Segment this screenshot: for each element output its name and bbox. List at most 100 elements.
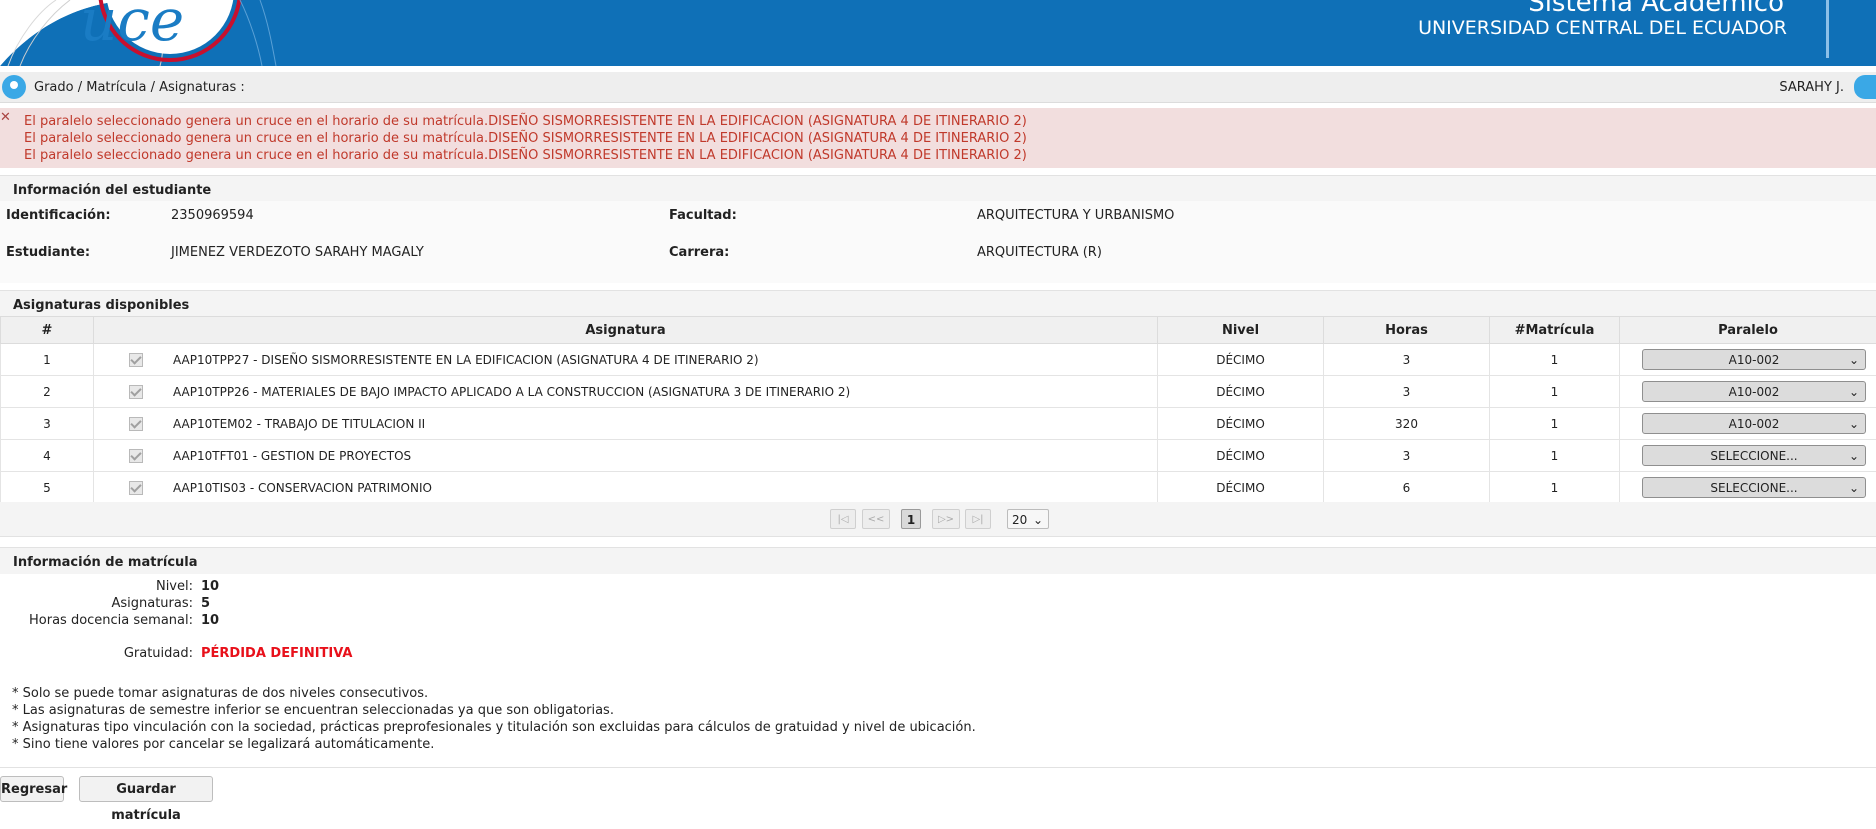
weekly-hours-label: Horas docencia semanal: xyxy=(0,613,193,628)
column-header-number[interactable]: # xyxy=(1,317,94,344)
svg-text:uce: uce xyxy=(80,0,184,54)
subject-checkbox[interactable] xyxy=(129,353,143,367)
parallel-cell: A10-002⌄ xyxy=(1620,376,1876,408)
section-title: Información del estudiante xyxy=(13,183,211,198)
hours-cell: 3 xyxy=(1324,344,1490,376)
page-size-value: 20 xyxy=(1012,513,1027,527)
subject-checkbox[interactable] xyxy=(129,417,143,431)
current-page-button[interactable]: 1 xyxy=(901,509,921,529)
chevron-down-icon: ⌄ xyxy=(1849,414,1859,435)
first-page-button[interactable]: |◁ xyxy=(830,509,856,529)
header-divider xyxy=(1826,0,1829,58)
chevron-down-icon: ⌄ xyxy=(1849,446,1859,467)
parallel-cell: A10-002⌄ xyxy=(1620,344,1876,376)
parallel-value: SELECCIONE... xyxy=(1710,449,1797,463)
note-item: * Sino tiene valores por cancelar se leg… xyxy=(12,737,434,752)
subject-checkbox[interactable] xyxy=(129,449,143,463)
user-name[interactable]: SARAHY J. xyxy=(1779,80,1844,95)
parallel-select[interactable]: SELECCIONE... ⌄ xyxy=(1642,445,1866,466)
table-header-row: # Asignatura Nivel Horas #Matrícula Para… xyxy=(1,317,1876,344)
parallel-select[interactable]: A10-002⌄ xyxy=(1642,381,1866,402)
enrollment-cell: 1 xyxy=(1490,344,1620,376)
enrollment-cell: 1 xyxy=(1490,472,1620,504)
enrollment-cell: 1 xyxy=(1490,376,1620,408)
parallel-cell: A10-002 ⌄ xyxy=(1620,408,1876,440)
row-number: 3 xyxy=(1,408,94,440)
parallel-cell: SELECCIONE... ⌄ xyxy=(1620,440,1876,472)
location-pin-icon xyxy=(2,75,26,99)
subject-checkbox[interactable] xyxy=(129,385,143,399)
column-header-hours[interactable]: Horas xyxy=(1324,317,1490,344)
gratuity-label: Gratuidad: xyxy=(0,646,193,661)
divider xyxy=(0,767,1876,768)
table-row: 1 AAP10TPP27 - DISEÑO SISMORRESISTENTE E… xyxy=(1,344,1876,376)
row-number: 1 xyxy=(1,344,94,376)
column-header-enrollment[interactable]: #Matrícula xyxy=(1490,317,1620,344)
subject-cell: AAP10TPP27 - DISEÑO SISMORRESISTENTE EN … xyxy=(94,344,1158,376)
level-label: Nivel: xyxy=(0,579,193,594)
weekly-hours-value: 10 xyxy=(201,613,219,628)
parallel-value: SELECCIONE... xyxy=(1710,481,1797,495)
table-row: 5 AAP10TIS03 - CONSERVACION PATRIMONIO D… xyxy=(1,472,1876,504)
career-label: Carrera: xyxy=(669,245,729,260)
save-enrollment-button[interactable]: Guardar matrícula xyxy=(79,776,213,802)
enrollment-cell: 1 xyxy=(1490,440,1620,472)
student-info-header: Información del estudiante xyxy=(0,175,1876,202)
career-value: ARQUITECTURA (R) xyxy=(977,245,1102,260)
row-number: 4 xyxy=(1,440,94,472)
level-value: 10 xyxy=(201,579,219,594)
enrollment-cell: 1 xyxy=(1490,408,1620,440)
student-info-panel xyxy=(0,201,1876,283)
id-label: Identificación: xyxy=(6,208,111,223)
subjects-header: Asignaturas disponibles xyxy=(0,290,1876,317)
parallel-select[interactable]: SELECCIONE... ⌄ xyxy=(1642,477,1866,498)
level-cell: DÉCIMO xyxy=(1158,472,1324,504)
last-page-button[interactable]: ▷| xyxy=(965,509,991,529)
parallel-value: A10-002 xyxy=(1729,353,1780,367)
pagination: |◁ << 1 ▷> ▷| 20 ⌄ xyxy=(0,502,1876,537)
column-header-level[interactable]: Nivel xyxy=(1158,317,1324,344)
next-page-button[interactable]: ▷> xyxy=(932,509,960,529)
prev-page-button[interactable]: << xyxy=(862,509,890,529)
page-size-select[interactable]: 20 ⌄ xyxy=(1007,509,1049,529)
column-header-subject[interactable]: Asignatura xyxy=(94,317,1158,344)
table-row: 4 AAP10TFT01 - GESTION DE PROYECTOS DÉCI… xyxy=(1,440,1876,472)
chevron-down-icon: ⌄ xyxy=(1033,510,1043,530)
app-header: uce Sistema Académico UNIVERSIDAD CENTRA… xyxy=(0,0,1876,66)
parallel-select[interactable]: A10-002 ⌄ xyxy=(1642,413,1866,434)
parallel-cell: SELECCIONE... ⌄ xyxy=(1620,472,1876,504)
subject-cell: AAP10TPP26 - MATERIALES DE BAJO IMPACTO … xyxy=(94,376,1158,408)
row-number: 2 xyxy=(1,376,94,408)
parallel-value: A10-002 xyxy=(1729,385,1780,399)
subject-name: AAP10TPP27 - DISEÑO SISMORRESISTENTE EN … xyxy=(173,353,759,367)
hours-cell: 6 xyxy=(1324,472,1490,504)
close-alert-icon[interactable]: ✕ xyxy=(0,112,10,124)
parallel-value: A10-002 xyxy=(1729,417,1780,431)
subject-name: AAP10TIS03 - CONSERVACION PATRIMONIO xyxy=(173,481,432,495)
chevron-down-icon: ⌄ xyxy=(1849,478,1859,499)
university-name: UNIVERSIDAD CENTRAL DEL ECUADOR xyxy=(1418,17,1787,39)
column-header-parallel[interactable]: Paralelo xyxy=(1620,317,1876,344)
note-item: * Asignaturas tipo vinculación con la so… xyxy=(12,720,976,735)
level-cell: DÉCIMO xyxy=(1158,440,1324,472)
faculty-label: Facultad: xyxy=(669,208,737,223)
subject-cell: AAP10TFT01 - GESTION DE PROYECTOS xyxy=(94,440,1158,472)
level-cell: DÉCIMO xyxy=(1158,408,1324,440)
university-logo: uce xyxy=(0,0,300,66)
student-label: Estudiante: xyxy=(6,245,90,260)
app-title: Sistema Académico xyxy=(1528,0,1784,18)
note-item: * Las asignaturas de semestre inferior s… xyxy=(12,703,614,718)
section-title: Información de matrícula xyxy=(13,555,198,570)
subjects-count-value: 5 xyxy=(201,596,210,611)
subjects-count-label: Asignaturas: xyxy=(0,596,193,611)
user-avatar-icon[interactable] xyxy=(1854,75,1876,99)
alert-message: El paralelo seleccionado genera un cruce… xyxy=(24,131,1027,146)
subject-cell: AAP10TEM02 - TRABAJO DE TITULACION II xyxy=(94,408,1158,440)
subject-cell: AAP10TIS03 - CONSERVACION PATRIMONIO xyxy=(94,472,1158,504)
row-number: 5 xyxy=(1,472,94,504)
subject-name: AAP10TFT01 - GESTION DE PROYECTOS xyxy=(173,449,411,463)
parallel-select[interactable]: A10-002⌄ xyxy=(1642,349,1866,370)
breadcrumb-bar: Grado / Matrícula / Asignaturas : SARAHY… xyxy=(0,72,1876,103)
back-button[interactable]: Regresar xyxy=(0,776,64,802)
subject-checkbox[interactable] xyxy=(129,481,143,495)
